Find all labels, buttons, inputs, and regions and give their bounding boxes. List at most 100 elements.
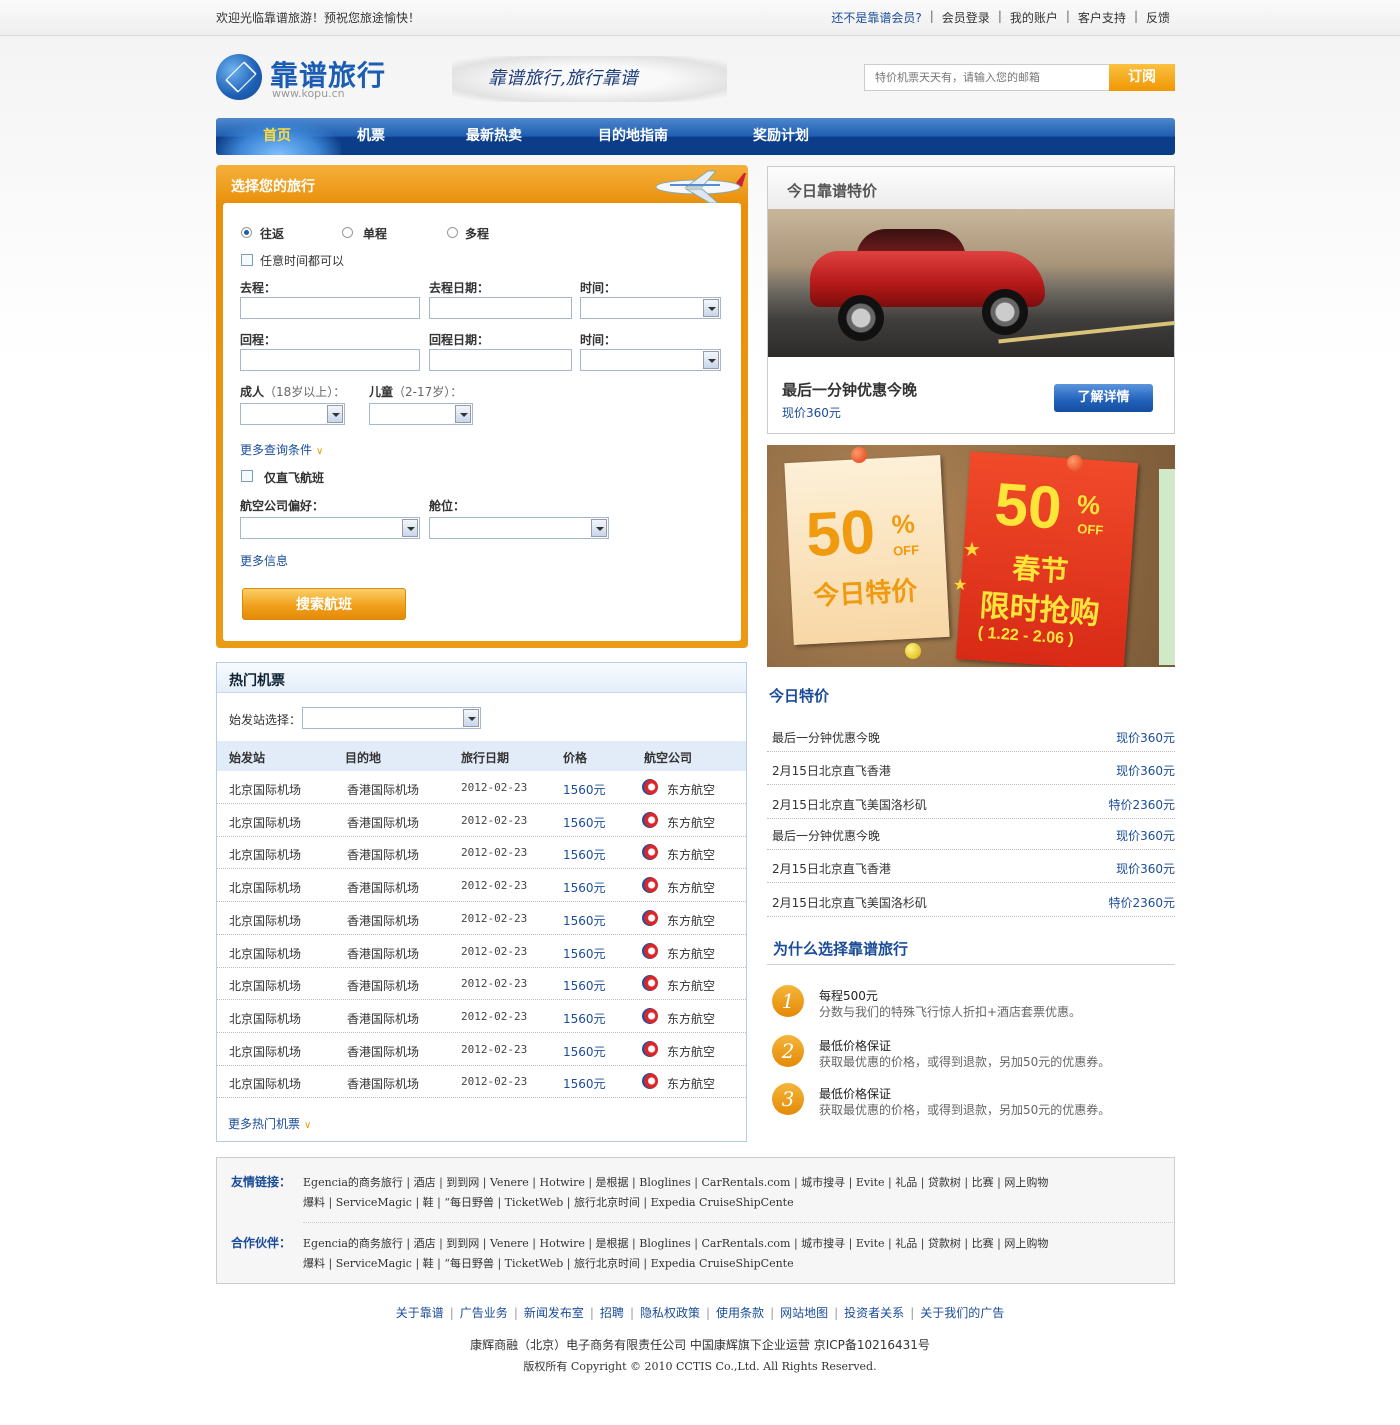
cell-price[interactable]: 1560元	[563, 814, 606, 831]
links-divider	[303, 1222, 1173, 1223]
learn-more-button[interactable]: 了解详情	[1054, 384, 1153, 412]
adult-count-select[interactable]	[240, 403, 345, 425]
cell-date: 2012-02-23	[461, 944, 528, 958]
today-special-item[interactable]: 最后一分钟优惠今晚 现价360元	[767, 719, 1175, 752]
origin-select[interactable]	[302, 707, 481, 729]
table-row[interactable]: 北京国际机场 香港国际机场 2012-02-23 1560元 东方航空	[217, 1000, 746, 1033]
table-row[interactable]: 北京国际机场 香港国际机场 2012-02-23 1560元 东方航空	[217, 902, 746, 935]
special-price: 现价360元	[1116, 829, 1175, 843]
direct-only-checkbox[interactable]	[241, 470, 253, 482]
china-eastern-logo-icon	[642, 877, 658, 894]
special-price: 特价2360元	[1108, 798, 1175, 812]
table-row[interactable]: 北京国际机场 香港国际机场 2012-02-23 1560元 东方航空	[217, 967, 746, 1001]
cell-destination: 香港国际机场	[347, 1044, 420, 1059]
footer-link[interactable]: 招聘	[600, 1306, 624, 1320]
special-title[interactable]: 2月15日北京直飞美国洛杉矶	[772, 894, 927, 911]
welcome-text: 欢迎光临靠谱旅游！预祝您旅途愉快！	[216, 11, 421, 25]
footer-link[interactable]: 投资者关系	[844, 1306, 904, 1320]
pushpin-icon	[1067, 455, 1083, 471]
more-conditions-link[interactable]: 更多查询条件 ∨	[240, 441, 323, 458]
partner-links-line1[interactable]: Egencia的商务旅行 | 酒店 | 到到网 | Venere | Hotwi…	[303, 1235, 1048, 1251]
friend-links-line1[interactable]: Egencia的商务旅行 | 酒店 | 到到网 | Venere | Hotwi…	[303, 1174, 1048, 1190]
search-flights-button[interactable]: 搜索航班	[242, 588, 406, 620]
cell-price[interactable]: 1560元	[563, 912, 606, 929]
table-row[interactable]: 北京国际机场 香港国际机场 2012-02-23 1560元 东方航空	[217, 1065, 746, 1099]
today-special-item[interactable]: 2月15日北京直飞美国洛杉矶 特价2360元	[767, 786, 1175, 819]
chevron-down-icon	[327, 405, 343, 423]
return-time-select[interactable]	[580, 349, 721, 371]
special-title[interactable]: 2月15日北京直飞香港	[772, 762, 891, 779]
today-specials-title: 今日特价	[769, 687, 830, 705]
footer-link[interactable]: 使用条款	[716, 1306, 764, 1320]
radio-roundtrip[interactable]	[241, 227, 252, 238]
more-hot-tickets-link[interactable]: 更多热门机票 ∨	[228, 1115, 311, 1132]
cell-destination: 香港国际机场	[347, 913, 420, 928]
cell-origin: 北京国际机场	[229, 848, 302, 863]
footer-link[interactable]: 关于靠谱	[396, 1306, 444, 1320]
cell-origin: 北京国际机场	[229, 881, 302, 896]
nav-destinations[interactable]: 目的地指南	[598, 118, 668, 155]
today-special-item[interactable]: 最后一分钟优惠今晚 现价360元	[767, 817, 1175, 850]
partner-links-line2[interactable]: 爆料 | ServiceMagic | 鞋 | “每日野兽 | TicketWe…	[303, 1255, 794, 1271]
depart-date-input[interactable]	[429, 297, 572, 319]
table-row[interactable]: 北京国际机场 香港国际机场 2012-02-23 1560元 东方航空	[217, 1033, 746, 1066]
special-title[interactable]: 2月15日北京直飞美国洛杉矶	[772, 796, 927, 813]
today-special-item[interactable]: 2月15日北京直飞美国洛杉矶 特价2360元	[767, 884, 1175, 917]
cabin-select[interactable]	[429, 517, 609, 539]
cell-origin: 北京国际机场	[229, 783, 302, 797]
email-subscribe-input[interactable]	[864, 64, 1110, 91]
table-row[interactable]: 北京国际机场 香港国际机场 2012-02-23 1560元 东方航空	[217, 935, 746, 968]
table-row[interactable]: 北京国际机场 香港国际机场 2012-02-23 1560元 东方航空	[217, 804, 746, 837]
footer-link[interactable]: 新闻发布室	[524, 1306, 584, 1320]
table-row[interactable]: 北京国际机场 香港国际机场 2012-02-23 1560元 东方航空	[217, 836, 746, 870]
chevron-down-icon	[591, 519, 607, 537]
cell-price[interactable]: 1560元	[563, 781, 606, 798]
cell-price[interactable]: 1560元	[563, 1010, 606, 1027]
number-badge-icon: 2	[772, 1035, 804, 1067]
radio-multicity[interactable]	[447, 227, 458, 238]
footer-link[interactable]: 广告业务	[460, 1306, 508, 1320]
friend-links-line2[interactable]: 爆料 | ServiceMagic | 鞋 | “每日野兽 | TicketWe…	[303, 1194, 794, 1210]
partners-label: 合作伙伴：	[231, 1236, 292, 1250]
return-date-input[interactable]	[429, 349, 572, 371]
radio-oneway[interactable]	[342, 227, 353, 238]
footer-link[interactable]: 关于我们的广告	[920, 1306, 1004, 1320]
site-logo[interactable]: 靠谱旅行 www.kopu.cn	[216, 54, 396, 104]
spring-festival-promo-banner[interactable]: 50 % OFF 今日特价 50 % OFF 春节 限时抢购 ( 1.22 - …	[767, 445, 1175, 667]
table-row[interactable]: 北京国际机场 香港国际机场 2012-02-23 1560元 东方航空	[217, 869, 746, 903]
child-count-select[interactable]	[369, 403, 473, 425]
nav-home[interactable]: 首页	[263, 118, 291, 155]
today-special-item[interactable]: 2月15日北京直飞香港 现价360元	[767, 850, 1175, 883]
login-link[interactable]: 会员登录	[942, 9, 990, 26]
table-row[interactable]: 北京国际机场 香港国际机场 2012-02-23 1560元 东方航空	[217, 771, 746, 804]
feedback-link[interactable]: 反馈	[1146, 9, 1170, 26]
footer-link[interactable]: 隐私权政策	[640, 1306, 700, 1320]
depart-time-select[interactable]	[580, 297, 721, 319]
cell-price[interactable]: 1560元	[563, 945, 606, 962]
airline-pref-select[interactable]	[240, 517, 420, 539]
cell-price[interactable]: 1560元	[563, 879, 606, 896]
my-account-link[interactable]: 我的账户	[1010, 9, 1058, 26]
special-price: 现价360元	[1116, 764, 1175, 778]
cell-price[interactable]: 1560元	[563, 1043, 606, 1060]
support-link[interactable]: 客户支持	[1078, 9, 1126, 26]
subscribe-button[interactable]: 订阅	[1109, 64, 1175, 91]
adult-label: 成人（18岁以上）：	[240, 385, 346, 399]
special-title[interactable]: 2月15日北京直飞香港	[772, 860, 891, 877]
depart-input[interactable]	[240, 297, 420, 319]
today-special-note: 50 % OFF 今日特价	[784, 455, 950, 645]
nav-flights[interactable]: 机票	[357, 118, 385, 155]
cell-price[interactable]: 1560元	[563, 977, 606, 994]
cell-price[interactable]: 1560元	[563, 846, 606, 863]
cell-price[interactable]: 1560元	[563, 1075, 606, 1092]
special-title[interactable]: 最后一分钟优惠今晚	[772, 729, 880, 746]
nav-rewards[interactable]: 奖励计划	[753, 118, 809, 155]
nav-hot-sales[interactable]: 最新热卖	[466, 118, 522, 155]
not-member-link[interactable]: 还不是靠谱会员?	[831, 9, 921, 26]
footer-link[interactable]: 网站地图	[780, 1306, 828, 1320]
today-special-item[interactable]: 2月15日北京直飞香港 现价360元	[767, 752, 1175, 785]
special-title[interactable]: 最后一分钟优惠今晚	[772, 827, 880, 844]
more-info-link[interactable]: 更多信息	[240, 552, 288, 569]
return-input[interactable]	[240, 349, 420, 371]
any-time-checkbox[interactable]	[241, 254, 253, 266]
